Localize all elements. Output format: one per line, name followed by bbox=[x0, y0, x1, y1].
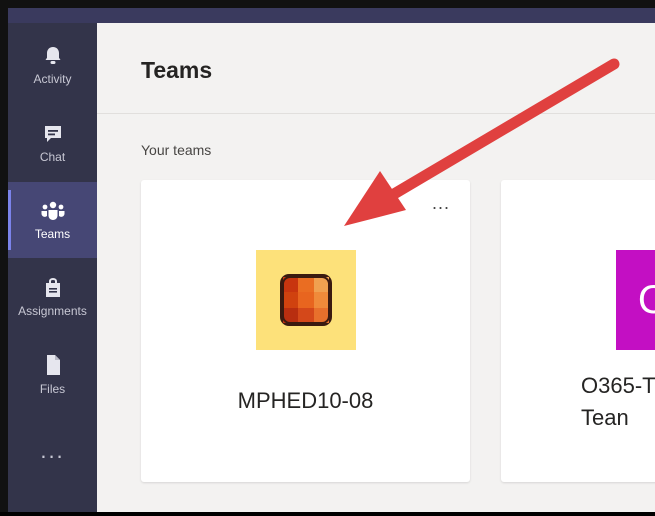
rail-item-label: Chat bbox=[39, 149, 66, 164]
title-bar bbox=[8, 8, 655, 23]
main-content: Teams Your teams ... MPHED10-08 O O365-T… bbox=[97, 23, 655, 512]
file-icon bbox=[42, 353, 64, 377]
window-frame: Activity Chat Teams Assignments Files ..… bbox=[0, 0, 655, 512]
rail-item-files[interactable]: Files bbox=[8, 336, 97, 412]
rail-item-teams[interactable]: Teams bbox=[8, 182, 97, 258]
more-icon: ... bbox=[40, 438, 65, 463]
team-name: O365-T Tean bbox=[581, 373, 655, 430]
more-options-button[interactable]: ... bbox=[432, 194, 450, 212]
rail-item-label: Assignments bbox=[18, 303, 87, 318]
team-name: MPHED10-08 bbox=[237, 388, 374, 413]
team-avatar: O bbox=[616, 250, 655, 350]
rail-item-label: Teams bbox=[34, 226, 71, 241]
team-grid-icon bbox=[280, 274, 332, 326]
team-initial: O bbox=[638, 277, 655, 322]
teams-icon bbox=[40, 200, 66, 222]
rail-item-label: Activity bbox=[33, 71, 72, 86]
assignments-icon bbox=[42, 277, 64, 299]
your-teams-label: Your teams bbox=[141, 142, 212, 158]
page-title: Teams bbox=[141, 57, 213, 83]
team-card-mphed10-08[interactable]: ... MPHED10-08 bbox=[141, 180, 470, 482]
rail-item-assignments[interactable]: Assignments bbox=[8, 259, 97, 335]
chat-icon bbox=[42, 123, 64, 145]
page-header: Teams bbox=[97, 23, 655, 114]
app-rail: Activity Chat Teams Assignments Files ..… bbox=[8, 23, 97, 512]
more-apps-button[interactable]: ... bbox=[8, 413, 97, 489]
team-avatar bbox=[256, 250, 356, 350]
bell-icon bbox=[42, 45, 64, 67]
team-card-o365[interactable]: O O365-T Tean bbox=[501, 180, 655, 482]
rail-item-label: Files bbox=[39, 381, 66, 396]
rail-item-activity[interactable]: Activity bbox=[8, 27, 97, 103]
rail-item-chat[interactable]: Chat bbox=[8, 105, 97, 181]
